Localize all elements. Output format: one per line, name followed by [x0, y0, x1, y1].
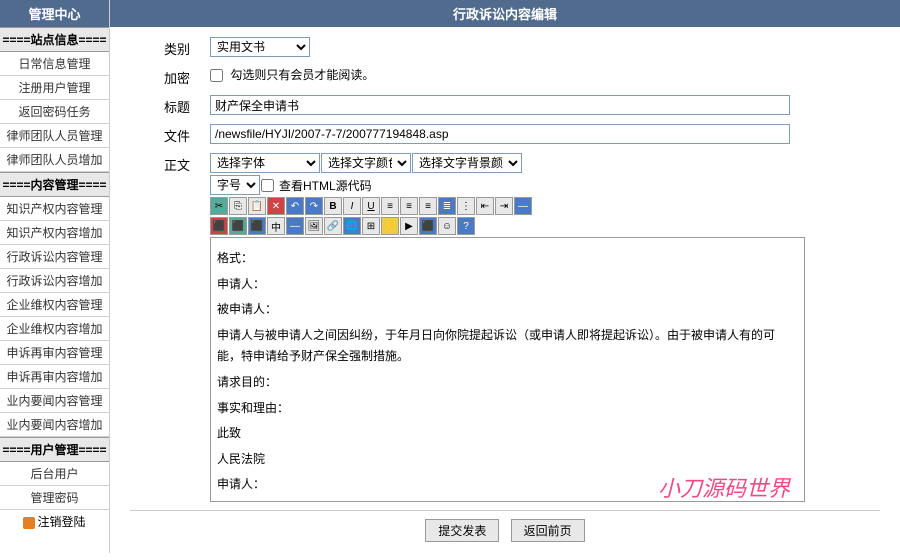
logout-link[interactable]: 注销登陆: [0, 510, 109, 533]
editor-line: 事实和理由：: [217, 398, 798, 420]
flash-icon[interactable]: ⚡: [381, 217, 399, 235]
italic-icon[interactable]: I: [343, 197, 361, 215]
color-select[interactable]: 选择文字颜色: [321, 153, 411, 173]
font-select[interactable]: 选择字体: [210, 153, 320, 173]
editor-line: 申请人：: [217, 474, 798, 496]
nav-news-mgmt[interactable]: 业内要闻内容管理: [0, 389, 109, 413]
table-icon[interactable]: ⊞: [362, 217, 380, 235]
image-icon[interactable]: 🖼: [305, 217, 323, 235]
indent-icon[interactable]: ⇥: [495, 197, 513, 215]
logout-icon: [23, 517, 35, 529]
hr-icon[interactable]: —: [514, 197, 532, 215]
file-input[interactable]: [210, 124, 790, 144]
nav-news-add[interactable]: 业内要闻内容增加: [0, 413, 109, 437]
paste-icon[interactable]: 📋: [248, 197, 266, 215]
bgcolor-select[interactable]: 选择文字背景颜色: [412, 153, 522, 173]
delete-icon[interactable]: ✕: [267, 197, 285, 215]
copy-icon[interactable]: ⎘: [229, 197, 247, 215]
editor-textarea[interactable]: 格式： 申请人： 被申请人： 申请人与被申请人之间因纠纷，于年月日向你院提起诉讼…: [210, 237, 805, 502]
editor-line: 申请人：: [217, 274, 798, 296]
cut-icon[interactable]: ✂: [210, 197, 228, 215]
link-icon[interactable]: 🔗: [324, 217, 342, 235]
editor-line: 此致: [217, 423, 798, 445]
nav-lawyer-add[interactable]: 律师团队人员增加: [0, 148, 109, 172]
page-title: 行政诉讼内容编辑: [110, 0, 900, 27]
nav-ip-mgmt[interactable]: 知识产权内容管理: [0, 197, 109, 221]
nav-corp-mgmt[interactable]: 企业维权内容管理: [0, 293, 109, 317]
nav-admin-add[interactable]: 行政诉讼内容增加: [0, 269, 109, 293]
emoji-icon[interactable]: ☺: [438, 217, 456, 235]
html-source-label: 查看HTML源代码: [279, 177, 372, 194]
undo-icon[interactable]: ↶: [286, 197, 304, 215]
section-users: ====用户管理====: [0, 437, 109, 462]
nav-appeal-mgmt[interactable]: 申诉再审内容管理: [0, 341, 109, 365]
logout-label: 注销登陆: [37, 515, 85, 529]
nav-user-reg[interactable]: 注册用户管理: [0, 76, 109, 100]
tb-icon-6[interactable]: ⬛: [419, 217, 437, 235]
globe-icon[interactable]: 🌐: [343, 217, 361, 235]
tb-icon-2[interactable]: ⬛: [229, 217, 247, 235]
sidebar-title: 管理中心: [0, 0, 109, 27]
sidebar: 管理中心 ====站点信息==== 日常信息管理 注册用户管理 返回密码任务 律…: [0, 0, 110, 553]
list-ul-icon[interactable]: ⋮: [457, 197, 475, 215]
submit-button[interactable]: 提交发表: [425, 519, 499, 542]
section-content: ====内容管理====: [0, 172, 109, 197]
align-left-icon[interactable]: ≡: [381, 197, 399, 215]
title-input[interactable]: [210, 95, 790, 115]
bold-icon[interactable]: B: [324, 197, 342, 215]
help-icon[interactable]: ?: [457, 217, 475, 235]
category-select[interactable]: 实用文书: [210, 37, 310, 57]
editor-line: 人民法院: [217, 449, 798, 471]
nav-corp-add[interactable]: 企业维权内容增加: [0, 317, 109, 341]
nav-daily-info[interactable]: 日常信息管理: [0, 52, 109, 76]
tb-icon-5[interactable]: —: [286, 217, 304, 235]
list-ol-icon[interactable]: ≣: [438, 197, 456, 215]
nav-admin-mgmt[interactable]: 行政诉讼内容管理: [0, 245, 109, 269]
tb-icon-3[interactable]: ⬛: [248, 217, 266, 235]
align-center-icon[interactable]: ≡: [400, 197, 418, 215]
editor-line: 格式：: [217, 248, 798, 270]
nav-appeal-add[interactable]: 申诉再审内容增加: [0, 365, 109, 389]
nav-admin-pwd[interactable]: 管理密码: [0, 486, 109, 510]
nav-lawyer-mgmt[interactable]: 律师团队人员管理: [0, 124, 109, 148]
content-label: 正文: [130, 153, 210, 174]
nav-backend-user[interactable]: 后台用户: [0, 462, 109, 486]
tb-icon-1[interactable]: ⬛: [210, 217, 228, 235]
tb-icon-4[interactable]: 中: [267, 217, 285, 235]
encrypt-hint: 勾选则只有会员才能阅读。: [230, 68, 374, 82]
editor-line: 被申请人：: [217, 299, 798, 321]
main-panel: 行政诉讼内容编辑 类别 实用文书 加密 勾选则只有会员才能阅读。 标题: [110, 0, 900, 553]
redo-icon[interactable]: ↷: [305, 197, 323, 215]
underline-icon[interactable]: U: [362, 197, 380, 215]
title-label: 标题: [130, 95, 210, 116]
encrypt-label: 加密: [130, 66, 210, 87]
category-label: 类别: [130, 37, 210, 58]
back-button[interactable]: 返回前页: [511, 519, 585, 542]
section-site-info: ====站点信息====: [0, 27, 109, 52]
html-source-checkbox[interactable]: [261, 179, 274, 192]
editor-line: 请求目的：: [217, 372, 798, 394]
outdent-icon[interactable]: ⇤: [476, 197, 494, 215]
encrypt-checkbox[interactable]: [210, 69, 223, 82]
nav-password[interactable]: 返回密码任务: [0, 100, 109, 124]
editor-line: 申请人与被申请人之间因纠纷，于年月日向你院提起诉讼（或申请人即将提起诉讼）。由于…: [217, 325, 798, 368]
size-select[interactable]: 字号: [210, 175, 260, 195]
media-icon[interactable]: ▶: [400, 217, 418, 235]
file-label: 文件: [130, 124, 210, 145]
align-right-icon[interactable]: ≡: [419, 197, 437, 215]
nav-ip-add[interactable]: 知识产权内容增加: [0, 221, 109, 245]
